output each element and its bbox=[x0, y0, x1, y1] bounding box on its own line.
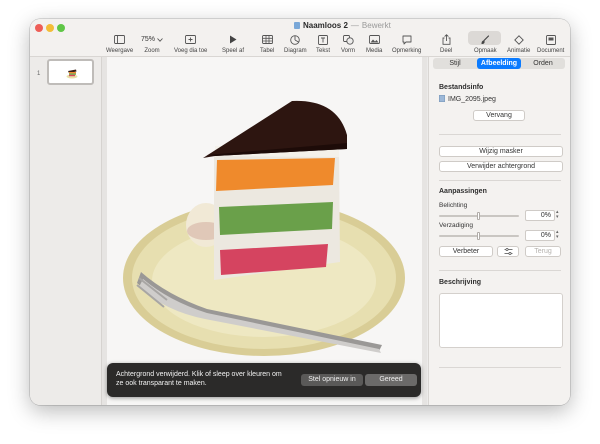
play-icon bbox=[229, 33, 237, 46]
toolbar-shape-button[interactable]: Vorm bbox=[341, 33, 355, 54]
toolbar-document-button[interactable]: Document bbox=[537, 33, 564, 54]
document-status: Bewerkt bbox=[361, 21, 391, 30]
adjustments-heading: Aanpassingen bbox=[439, 188, 487, 195]
shape-icon bbox=[342, 33, 354, 46]
reset-adjustments-button[interactable]: Terug bbox=[525, 246, 561, 257]
toolbar-share-label: Deel bbox=[440, 48, 453, 54]
window-title: Naamloos 2— Bewerkt bbox=[294, 21, 391, 30]
toolbar-zoom-button[interactable]: 75% Zoom bbox=[141, 33, 163, 54]
toolbar-play-button[interactable]: Speel af bbox=[222, 33, 244, 54]
replace-button[interactable]: Vervang bbox=[473, 110, 525, 121]
image-file-icon bbox=[439, 95, 445, 102]
divider bbox=[439, 270, 561, 271]
divider bbox=[439, 180, 561, 181]
sidebar-view-icon bbox=[114, 33, 126, 46]
document-icon bbox=[545, 33, 556, 46]
toolbar-media-label: Media bbox=[366, 48, 383, 54]
exposure-slider-knob[interactable] bbox=[477, 212, 480, 220]
comment-icon bbox=[402, 33, 412, 46]
zoom-value: 75% bbox=[141, 36, 156, 43]
fullscreen-window-button[interactable] bbox=[57, 24, 65, 32]
titlebar: Naamloos 2— Bewerkt Weergave 75% Zoom Voe… bbox=[30, 19, 570, 57]
slide-thumbnail[interactable] bbox=[47, 59, 94, 85]
divider bbox=[439, 134, 561, 135]
tab-orden[interactable]: Orden bbox=[521, 58, 565, 69]
tab-stijl[interactable]: Stijl bbox=[433, 58, 477, 69]
toolbar-text-label: Tekst bbox=[316, 48, 331, 54]
inspector-tabs: Stijl Afbeelding Orden bbox=[433, 58, 565, 69]
notice-message: Achtergrond verwijderd. Klik of sleep ov… bbox=[116, 371, 282, 387]
toolbar-animate-button[interactable]: Animatie bbox=[507, 33, 530, 54]
toolbar-comment-label: Opmerking bbox=[392, 48, 422, 54]
saturation-field[interactable]: 0% bbox=[525, 230, 555, 241]
toolbar-media-button[interactable]: Media bbox=[366, 33, 382, 54]
enhance-button[interactable]: Verbeter bbox=[439, 246, 493, 257]
toolbar-format-button[interactable]: Opmaak bbox=[474, 33, 497, 54]
toolbar-add-slide-button[interactable]: Voeg dia toe bbox=[174, 33, 207, 54]
toolbar-format-label: Opmaak bbox=[474, 48, 497, 54]
keynote-window: Naamloos 2— Bewerkt Weergave 75% Zoom Voe… bbox=[30, 19, 570, 405]
slide-navigator: 1 bbox=[30, 57, 102, 405]
animate-icon bbox=[513, 33, 524, 46]
exposure-field[interactable]: 0% bbox=[525, 210, 555, 221]
table-icon bbox=[261, 33, 273, 46]
description-heading: Beschrijving bbox=[439, 279, 482, 286]
adjustments-settings-button[interactable] bbox=[497, 246, 519, 257]
saturation-slider-knob[interactable] bbox=[477, 232, 480, 240]
remove-background-button[interactable]: Verwijder achtergrond bbox=[439, 161, 563, 172]
toolbar-add-slide-label: Voeg dia toe bbox=[174, 48, 208, 54]
toolbar-shape-label: Vorm bbox=[341, 48, 356, 54]
background-removed-notice: Achtergrond verwijderd. Klik of sleep ov… bbox=[107, 363, 421, 397]
toolbar-share-button[interactable]: Deel bbox=[440, 33, 452, 54]
cake-photo[interactable] bbox=[107, 57, 422, 405]
toolbar-animate-label: Animatie bbox=[507, 48, 531, 54]
chevron-down-icon bbox=[157, 37, 163, 42]
toolbar-comment-button[interactable]: Opmerking bbox=[392, 33, 421, 54]
toolbar-document-label: Document bbox=[537, 48, 565, 54]
toolbar-table-button[interactable]: Tabel bbox=[260, 33, 274, 54]
format-inspector: Stijl Afbeelding Orden Bestandsinfo IMG_… bbox=[428, 57, 570, 405]
keynote-document-icon bbox=[294, 22, 300, 29]
cake-thumbnail-image bbox=[66, 69, 78, 79]
slide[interactable] bbox=[107, 57, 422, 405]
zoom-value-display: 75% bbox=[141, 33, 163, 46]
chart-icon bbox=[290, 33, 301, 46]
divider bbox=[439, 367, 561, 368]
tab-afbeelding[interactable]: Afbeelding bbox=[477, 58, 521, 69]
close-window-button[interactable] bbox=[35, 24, 43, 32]
exposure-stepper[interactable]: ▴ ▾ bbox=[556, 210, 561, 220]
exposure-slider[interactable] bbox=[439, 212, 519, 220]
edit-mask-button[interactable]: Wijzig masker bbox=[439, 146, 563, 157]
toolbar-play-label: Speel af bbox=[222, 48, 245, 54]
format-brush-icon bbox=[480, 33, 490, 46]
description-field[interactable] bbox=[439, 293, 563, 348]
add-slide-icon bbox=[185, 33, 197, 46]
exposure-label: Belichting bbox=[439, 202, 468, 209]
sliders-icon bbox=[504, 248, 512, 255]
slide-number: 1 bbox=[37, 71, 41, 77]
toolbar-view-label: Weergave bbox=[106, 48, 134, 54]
minimize-window-button[interactable] bbox=[46, 24, 54, 32]
done-button[interactable]: Gereed bbox=[365, 374, 417, 386]
toolbar-text-button[interactable]: Tekst bbox=[316, 33, 330, 54]
reset-background-button[interactable]: Stel opnieuw in bbox=[301, 374, 363, 386]
media-icon bbox=[368, 33, 380, 46]
file-name: IMG_2095.jpeg bbox=[448, 96, 496, 103]
toolbar-chart-button[interactable]: Diagram bbox=[284, 33, 307, 54]
file-info-heading: Bestandsinfo bbox=[439, 84, 484, 91]
saturation-slider[interactable] bbox=[439, 232, 519, 240]
toolbar-chart-label: Diagram bbox=[284, 48, 307, 54]
toolbar-zoom-label: Zoom bbox=[144, 48, 160, 54]
slide-canvas[interactable] bbox=[102, 57, 427, 405]
text-icon bbox=[318, 33, 328, 46]
saturation-label: Verzadiging bbox=[439, 222, 473, 229]
share-icon bbox=[442, 33, 451, 46]
document-name: Naamloos 2 bbox=[303, 21, 348, 30]
saturation-stepper[interactable]: ▴ ▾ bbox=[556, 230, 561, 240]
toolbar-table-label: Tabel bbox=[260, 48, 275, 54]
title-separator: — bbox=[350, 21, 359, 30]
toolbar-view-button[interactable]: Weergave bbox=[106, 33, 133, 54]
file-info-row: IMG_2095.jpeg bbox=[439, 95, 496, 103]
